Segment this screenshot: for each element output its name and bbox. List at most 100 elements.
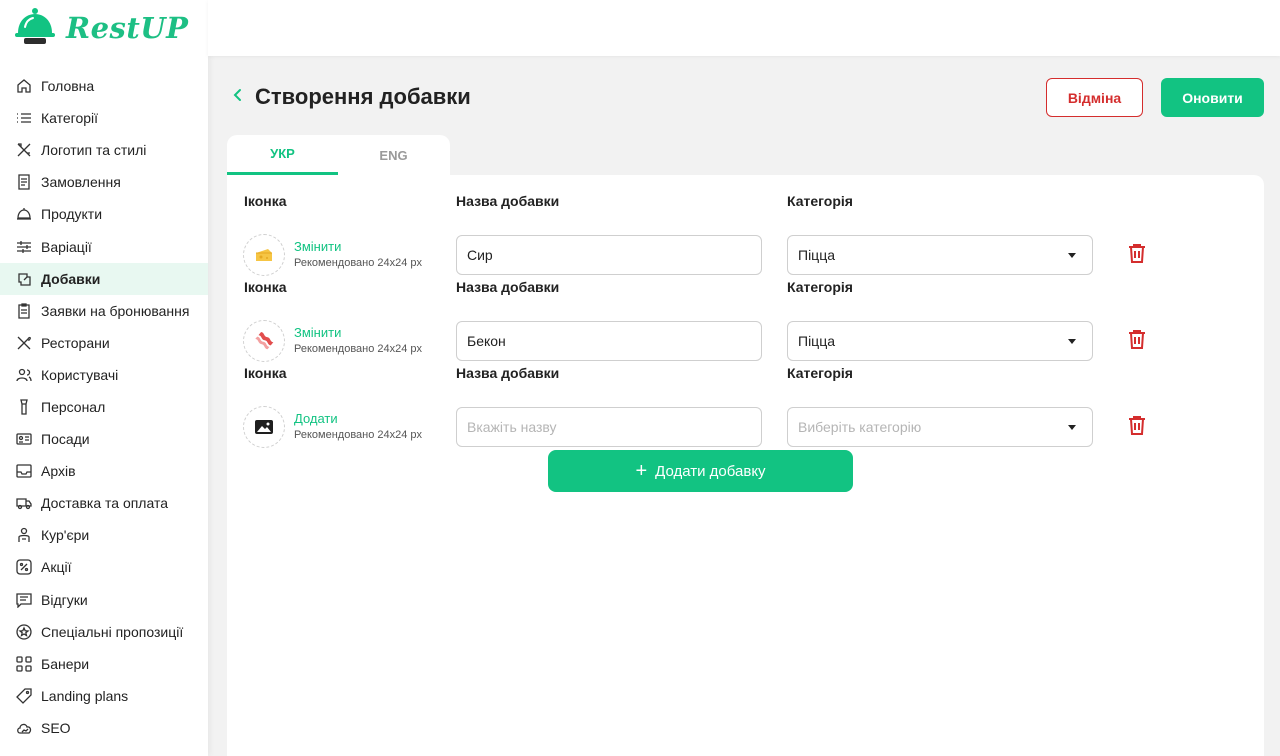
- page-title: Створення добавки: [255, 84, 471, 109]
- courier-icon: [16, 527, 32, 543]
- sidebar-item-label: Категорії: [41, 110, 99, 127]
- sidebar-item-archive[interactable]: Архів: [0, 455, 208, 487]
- dish-icon: [16, 206, 32, 222]
- addon-name-label: Назва добавки: [456, 279, 560, 295]
- change-icon-link[interactable]: Змінити: [294, 325, 341, 340]
- addon-row: Іконка Назва добавки Категорія Змінити Р…: [227, 279, 1264, 362]
- cutlery-icon: [16, 335, 32, 351]
- top-bar: [208, 0, 1280, 56]
- sidebar-item-staff[interactable]: Персонал: [0, 391, 208, 423]
- id-card-icon: [16, 431, 32, 447]
- sidebar-item-label: Посади: [41, 431, 90, 448]
- plus-icon: +: [635, 460, 648, 482]
- update-button[interactable]: Оновити: [1161, 78, 1264, 117]
- sidebar-item-categories[interactable]: Категорії: [0, 102, 208, 134]
- sidebar-item-orders[interactable]: Замовлення: [0, 166, 208, 198]
- sidebar-item-seo[interactable]: SEO: [0, 712, 208, 744]
- sidebar-nav: Головна Категорії Логотип та стилі Замов…: [0, 70, 208, 744]
- logo[interactable]: RestUP: [14, 7, 188, 50]
- sidebar-item-restaurants[interactable]: Ресторани: [0, 327, 208, 359]
- sidebar-item-positions[interactable]: Посади: [0, 423, 208, 455]
- star-icon: [16, 623, 32, 640]
- add-addon-button[interactable]: + Додати добавку: [548, 450, 853, 492]
- sidebar-item-users[interactable]: Користувачі: [0, 359, 208, 391]
- delete-row-button[interactable]: [1126, 329, 1148, 353]
- sidebar-item-label: Кур'єри: [41, 527, 90, 544]
- delete-row-button[interactable]: [1126, 415, 1148, 439]
- caret-down-icon: [1068, 252, 1076, 258]
- sliders-icon: [16, 239, 32, 255]
- caret-down-icon: [1068, 424, 1076, 430]
- icon-label: Іконка: [244, 279, 287, 295]
- cloche-logo-icon: [14, 7, 56, 50]
- sidebar-item-bookings[interactable]: Заявки на бронювання: [0, 295, 208, 327]
- sidebar-item-label: Ресторани: [41, 334, 110, 351]
- trash-icon: [1128, 329, 1146, 354]
- category-label: Категорія: [787, 193, 853, 209]
- sidebar-item-label: Варіації: [41, 238, 92, 255]
- bacon-icon[interactable]: [243, 320, 285, 362]
- trash-icon: [1128, 243, 1146, 268]
- addon-row: Іконка Назва добавки Категорія Змінити Р…: [227, 193, 1264, 276]
- tools-icon: [16, 142, 32, 158]
- sidebar-item-label: Добавки: [41, 270, 101, 287]
- caret-down-icon: [1068, 338, 1076, 344]
- category-value: Піцца: [798, 333, 835, 349]
- cheese-icon[interactable]: [243, 234, 285, 276]
- add-addon-label: Додати добавку: [655, 462, 766, 480]
- sidebar-item-couriers[interactable]: Кур'єри: [0, 519, 208, 551]
- home-icon: [16, 78, 32, 94]
- icon-size-hint: Рекомендовано 24x24 px: [294, 257, 423, 269]
- category-label: Категорія: [787, 365, 853, 381]
- staff-icon: [16, 399, 32, 415]
- list-icon: [16, 110, 32, 126]
- sidebar-item-label: Банери: [41, 655, 90, 672]
- addon-name-input[interactable]: [456, 235, 762, 275]
- users-icon: [16, 367, 32, 383]
- sidebar-item-label: Спеціальні пропозиції: [41, 623, 184, 640]
- sidebar-item-label: Архів: [41, 463, 76, 480]
- archive-icon: [16, 463, 32, 479]
- category-select[interactable]: Виберіть категорію: [787, 407, 1093, 447]
- sidebar-item-addons[interactable]: Добавки: [0, 262, 208, 295]
- percent-icon: [16, 559, 32, 576]
- tab-ukr[interactable]: УКР: [227, 135, 338, 175]
- delete-row-button[interactable]: [1126, 243, 1148, 267]
- addon-row: Іконка Назва добавки Категорія Додати Ре…: [227, 365, 1264, 448]
- sidebar-item-label: Користувачі: [41, 366, 119, 383]
- icon-size-hint: Рекомендовано 24x24 px: [294, 429, 423, 441]
- sidebar-item-label: Логотип та стилі: [41, 142, 147, 159]
- sidebar-item-label: Головна: [41, 78, 95, 95]
- sidebar-item-landing-plans[interactable]: Landing plans: [0, 680, 208, 712]
- sidebar-item-home[interactable]: Головна: [0, 70, 208, 102]
- category-select[interactable]: Піцца: [787, 235, 1093, 275]
- sidebar-item-banners[interactable]: Банери: [0, 648, 208, 680]
- sidebar-item-label: Продукти: [41, 206, 103, 223]
- back-button[interactable]: [228, 86, 248, 108]
- seo-icon: [16, 720, 32, 736]
- category-select[interactable]: Піцца: [787, 321, 1093, 361]
- tab-eng[interactable]: ENG: [338, 135, 449, 175]
- grid-icon: [16, 656, 32, 672]
- cancel-button[interactable]: Відміна: [1046, 78, 1143, 117]
- trash-icon: [1128, 415, 1146, 440]
- reviews-icon: [16, 592, 32, 608]
- sidebar-item-logo-styles[interactable]: Логотип та стилі: [0, 134, 208, 166]
- icon-label: Іконка: [244, 365, 287, 381]
- addon-name-input[interactable]: [456, 407, 762, 447]
- image-placeholder-icon[interactable]: [243, 406, 285, 448]
- sidebar-item-label: SEO: [41, 719, 71, 736]
- sidebar-item-label: Заявки на бронювання: [41, 302, 190, 319]
- chevron-left-icon: [233, 88, 243, 107]
- sidebar-item-delivery[interactable]: Доставка та оплата: [0, 487, 208, 519]
- addon-name-label: Назва добавки: [456, 365, 560, 381]
- add-icon-link[interactable]: Додати: [294, 411, 338, 426]
- icon-size-hint: Рекомендовано 24x24 px: [294, 343, 423, 355]
- addon-name-input[interactable]: [456, 321, 762, 361]
- sidebar-item-variations[interactable]: Варіації: [0, 230, 208, 262]
- sidebar-item-products[interactable]: Продукти: [0, 198, 208, 230]
- change-icon-link[interactable]: Змінити: [294, 239, 341, 254]
- sidebar-item-reviews[interactable]: Відгуки: [0, 584, 208, 616]
- sidebar-item-special-offers[interactable]: Спеціальні пропозиції: [0, 616, 208, 648]
- sidebar-item-promotions[interactable]: Акції: [0, 551, 208, 583]
